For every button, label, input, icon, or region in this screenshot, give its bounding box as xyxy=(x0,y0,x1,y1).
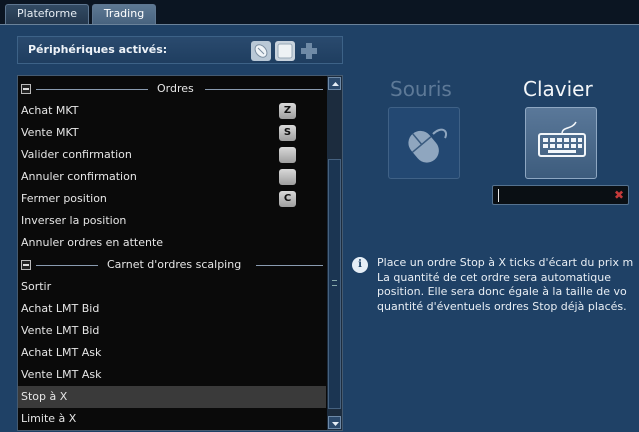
mouse-icon xyxy=(254,44,268,58)
shortcut-key-input[interactable]: ✖ xyxy=(492,185,629,205)
description-line: La quantité de cet ordre sera automatiqu… xyxy=(377,270,611,284)
section-divider xyxy=(256,265,323,266)
collapse-icon[interactable] xyxy=(21,84,31,94)
tab-trading[interactable]: Trading xyxy=(92,4,156,24)
scroll-thumb[interactable] xyxy=(328,159,341,409)
key-badge xyxy=(279,147,296,163)
key-badge: S xyxy=(279,125,296,141)
list-item[interactable]: Annuler ordres en attente xyxy=(18,232,326,254)
list-item-label: Fermer position xyxy=(21,192,107,205)
list-item[interactable]: Achat MKT Z xyxy=(18,100,326,122)
list-item-label: Stop à X xyxy=(21,390,68,403)
mouse-toggle-button[interactable] xyxy=(251,41,271,61)
list-item[interactable]: Inverser la position xyxy=(18,210,326,232)
section-divider xyxy=(36,89,148,90)
list-item[interactable]: Achat LMT Ask xyxy=(18,342,326,364)
gamepad-icon xyxy=(301,43,317,59)
list-item[interactable]: Limite à X xyxy=(18,408,326,430)
list-item-label: Annuler confirmation xyxy=(21,170,137,183)
shortcut-description: Place un ordre Stop à X ticks d'écart du… xyxy=(377,256,639,314)
list-item[interactable]: Sortir xyxy=(18,276,326,298)
souris-device-button[interactable] xyxy=(388,107,460,179)
key-badge: C xyxy=(279,191,296,207)
list-item-selected[interactable]: Stop à X xyxy=(18,386,326,408)
list-item-label: Limite à X xyxy=(21,412,77,425)
trading-settings-panel: Périphériques activés: Ordres Achat MKT … xyxy=(0,24,639,432)
clear-icon[interactable]: ✖ xyxy=(614,188,624,202)
list-item-label: Achat LMT Ask xyxy=(21,346,102,359)
list-item-label: Vente LMT Ask xyxy=(21,368,102,381)
section-title: Carnet d'ordres scalping xyxy=(107,258,242,271)
list-item-label: Valider confirmation xyxy=(21,148,132,161)
list-item[interactable]: Vente MKT S xyxy=(18,122,326,144)
description-line: position. Elle sera donc égale à la tail… xyxy=(377,285,627,298)
list-item[interactable]: Achat LMT Bid xyxy=(18,298,326,320)
enabled-devices-bar: Périphériques activés: xyxy=(17,36,343,64)
section-header-ordres[interactable]: Ordres xyxy=(18,78,326,100)
text-caret xyxy=(498,189,499,202)
gamepad-toggle-button[interactable] xyxy=(299,41,319,61)
list-item-label: Achat LMT Bid xyxy=(21,302,100,315)
list-item[interactable]: Fermer position C xyxy=(18,188,326,210)
scroll-up-button[interactable] xyxy=(328,77,341,90)
section-divider xyxy=(36,265,98,266)
souris-title: Souris xyxy=(390,77,452,101)
list-item[interactable]: Annuler confirmation xyxy=(18,166,326,188)
list-item-label: Inverser la position xyxy=(21,214,127,227)
enabled-devices-label: Périphériques activés: xyxy=(28,43,168,56)
list-item-label: Sortir xyxy=(21,280,52,293)
description-line: quantité d'éventuels ordres Stop déjà pl… xyxy=(377,299,627,313)
section-divider xyxy=(205,89,323,90)
clavier-device-button[interactable] xyxy=(525,107,597,179)
shortcut-list[interactable]: Ordres Achat MKT Z Vente MKT S Valider c… xyxy=(17,75,343,431)
list-scrollbar[interactable] xyxy=(327,76,342,430)
arrow-up-icon xyxy=(332,82,339,86)
description-line: Place un ordre Stop à X ticks d'écart du… xyxy=(377,256,634,269)
keyboard-toggle-button[interactable] xyxy=(275,41,295,61)
collapse-icon[interactable] xyxy=(21,260,31,270)
grip-icon xyxy=(332,280,337,286)
keyboard-icon xyxy=(538,121,586,157)
list-item-label: Vente LMT Bid xyxy=(21,324,100,337)
scroll-down-button[interactable] xyxy=(328,416,341,429)
list-item[interactable]: Vente LMT Ask xyxy=(18,364,326,386)
list-item[interactable]: Vente LMT Bid xyxy=(18,320,326,342)
key-badge: Z xyxy=(279,103,296,119)
info-icon: i xyxy=(352,257,368,273)
clavier-title: Clavier xyxy=(523,77,593,101)
section-header-carnet[interactable]: Carnet d'ordres scalping xyxy=(18,254,326,276)
list-item-label: Vente MKT xyxy=(21,126,79,139)
list-item-label: Achat MKT xyxy=(21,104,79,117)
arrow-down-icon xyxy=(332,422,339,426)
list-item[interactable]: Valider confirmation xyxy=(18,144,326,166)
list-item-label: Annuler ordres en attente xyxy=(21,236,164,249)
keyboard-icon xyxy=(277,43,293,59)
key-badge xyxy=(279,169,296,185)
section-title: Ordres xyxy=(157,82,194,95)
tab-bar: Plateforme Trading xyxy=(0,0,639,24)
mouse-icon xyxy=(408,128,447,163)
tab-plateforme[interactable]: Plateforme xyxy=(5,4,89,24)
